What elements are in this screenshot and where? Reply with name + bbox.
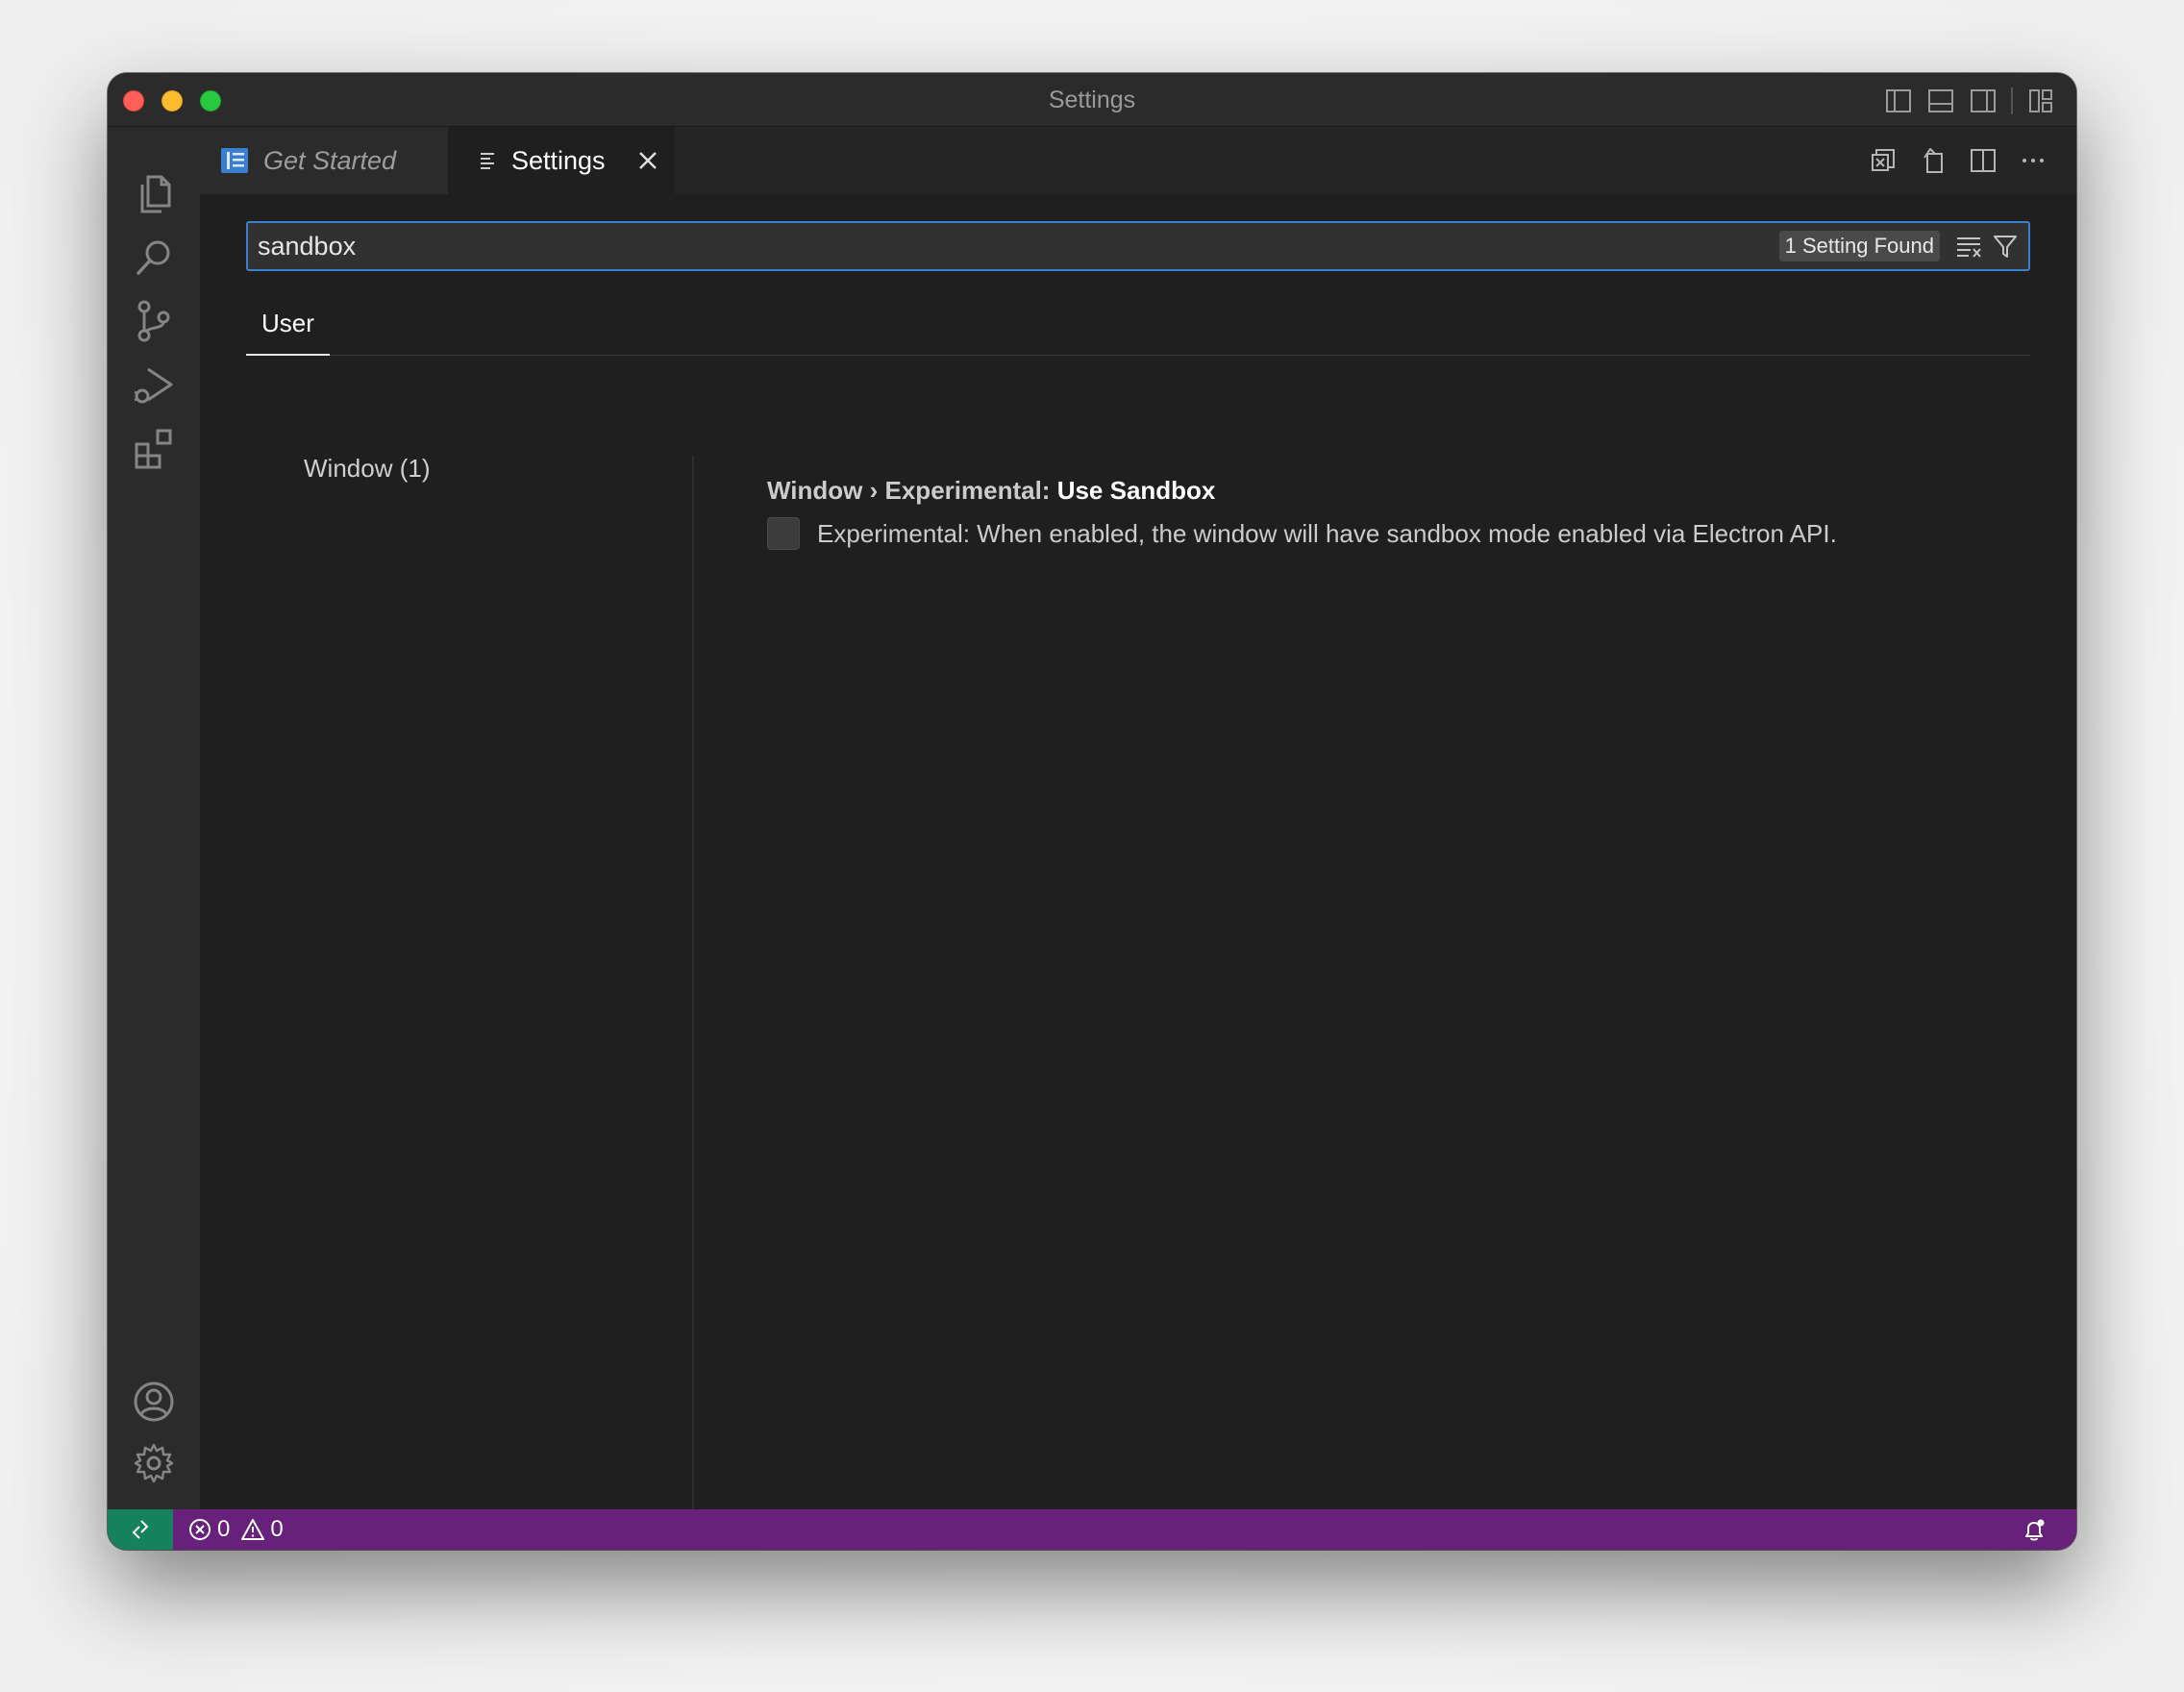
tab-label: Settings <box>511 145 606 175</box>
title-bar: Settings <box>108 73 2076 127</box>
settings-lines-icon <box>481 153 494 169</box>
toc-divider[interactable] <box>692 456 694 1509</box>
setting-title: Window › Experimental: Use Sandbox <box>767 476 2017 506</box>
toggle-primary-sidebar-icon[interactable] <box>1884 87 1913 115</box>
settings-editor: 1 Setting Found User Window (1) Window ›… <box>200 194 2076 1509</box>
warning-icon <box>241 1519 265 1540</box>
manage-gear-icon[interactable] <box>131 1440 177 1486</box>
open-settings-json-icon[interactable] <box>1869 146 1898 175</box>
tab-user[interactable]: User <box>246 300 330 356</box>
toggle-secondary-sidebar-icon[interactable] <box>1969 87 1998 115</box>
remote-icon <box>132 1520 149 1539</box>
split-editor-icon[interactable] <box>1969 146 1998 175</box>
setting-row: Experimental: When enabled, the window w… <box>767 517 2017 550</box>
window-title: Settings <box>1048 87 1136 113</box>
extensions-icon[interactable] <box>131 425 177 471</box>
setting-description: Experimental: When enabled, the window w… <box>817 518 1837 548</box>
tab-get-started[interactable]: Get Started <box>200 127 448 194</box>
error-icon <box>189 1519 211 1540</box>
error-count: 0 <box>217 1516 231 1542</box>
layout-controls <box>1884 87 2055 115</box>
status-bar: 0 0 <box>108 1509 2076 1550</box>
toggle-panel-icon[interactable] <box>1926 87 1955 115</box>
editor-tab-bar: Get Started Settings <box>200 127 2076 194</box>
explorer-icon[interactable] <box>131 171 177 217</box>
tab-settings[interactable]: Settings <box>448 127 675 194</box>
run-and-debug-icon[interactable] <box>131 361 177 408</box>
search-result-count: 1 Setting Found <box>1778 231 1940 261</box>
problems-status[interactable]: 0 0 <box>188 1509 284 1550</box>
activity-bar <box>108 127 200 1509</box>
filter-icon[interactable] <box>1992 233 2019 260</box>
customize-layout-icon[interactable] <box>2026 87 2055 115</box>
clear-search-icon[interactable] <box>1955 233 1982 260</box>
get-started-icon <box>221 148 248 173</box>
setting-key: Use Sandbox <box>1056 476 1216 505</box>
open-settings-file-icon[interactable] <box>1919 146 1948 175</box>
use-sandbox-checkbox[interactable] <box>767 517 800 550</box>
vscode-window: Settings Get Started Settings sandbox 1 … <box>108 73 2076 1550</box>
remote-indicator[interactable] <box>108 1509 173 1550</box>
setting-item-use-sandbox: Window › Experimental: Use Sandbox Exper… <box>767 476 2017 550</box>
close-icon[interactable] <box>636 149 659 172</box>
warning-count: 0 <box>270 1516 284 1542</box>
desktop: Settings Get Started Settings sandbox 1 … <box>0 0 2184 1692</box>
source-control-icon[interactable] <box>131 298 177 344</box>
accounts-icon[interactable] <box>131 1379 177 1425</box>
settings-search-input[interactable] <box>256 223 1505 269</box>
search-icon[interactable] <box>131 235 177 281</box>
setting-breadcrumb: Window › Experimental: <box>767 476 1057 505</box>
settings-scope-tabs: User <box>246 300 2030 356</box>
toolbar-separator <box>2011 87 2013 114</box>
settings-search-box: 1 Setting Found <box>246 221 2030 271</box>
tab-label: Get Started <box>263 145 397 175</box>
toc-item-window[interactable]: Window (1) <box>304 454 430 484</box>
editor-actions <box>1869 146 2048 175</box>
more-actions-icon[interactable] <box>2019 146 2048 175</box>
notifications-bell-icon[interactable] <box>2021 1517 2048 1544</box>
